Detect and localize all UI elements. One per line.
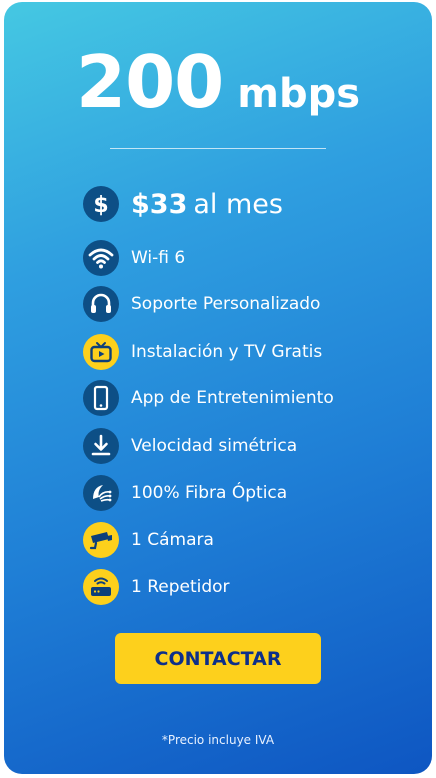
feature-item-tv: Instalación y TV Gratis xyxy=(83,333,322,371)
feature-label: App de Entretenimiento xyxy=(131,388,334,408)
plan-speed: 200 mbps xyxy=(4,40,432,124)
feature-label: 1 Cámara xyxy=(131,530,214,550)
speed-value: 200 xyxy=(75,40,224,124)
fiber-optic-icon xyxy=(83,475,119,511)
feature-item-repeater: 1 Repetidor xyxy=(83,568,230,606)
feature-label: Instalación y TV Gratis xyxy=(131,342,323,362)
price-label: $33 al mes xyxy=(131,189,283,220)
feature-item-speed: Velocidad simétrica xyxy=(83,427,297,465)
divider xyxy=(110,148,326,149)
feature-label: Wi-fi 6 xyxy=(131,248,186,268)
feature-item-support: Soporte Personalizado xyxy=(83,285,320,323)
svg-text:$: $ xyxy=(93,193,108,218)
price-period: al mes xyxy=(193,188,283,220)
speed-unit: mbps xyxy=(237,71,361,117)
tv-icon xyxy=(83,334,119,370)
feature-label: 1 Repetidor xyxy=(131,577,230,597)
feature-item-fiber: 100% Fibra Óptica xyxy=(83,474,287,512)
smartphone-icon xyxy=(83,380,119,416)
feature-item-wifi: Wi-fi 6 xyxy=(83,239,185,277)
feature-label: 100% Fibra Óptica xyxy=(131,483,288,503)
feature-label: Velocidad simétrica xyxy=(131,436,298,456)
headset-icon xyxy=(83,286,119,322)
price-row: $ $33 al mes xyxy=(83,185,283,223)
feature-item-app: App de Entretenimiento xyxy=(83,379,334,417)
feature-label: Soporte Personalizado xyxy=(131,294,321,314)
price-footnote: *Precio incluye IVA xyxy=(161,733,275,747)
plan-card: 200 mbps $ $33 al mes Wi-fi 6 Soporte Pe… xyxy=(4,2,432,774)
contactar-button[interactable]: CONTACTAR xyxy=(115,633,321,684)
feature-item-camera: 1 Cámara xyxy=(83,521,214,559)
price-amount: $33 xyxy=(131,188,188,220)
download-icon xyxy=(83,428,119,464)
security-camera-icon xyxy=(83,522,119,558)
dollar-icon: $ xyxy=(83,186,119,222)
router-icon xyxy=(83,569,119,605)
wifi-icon xyxy=(83,240,119,276)
